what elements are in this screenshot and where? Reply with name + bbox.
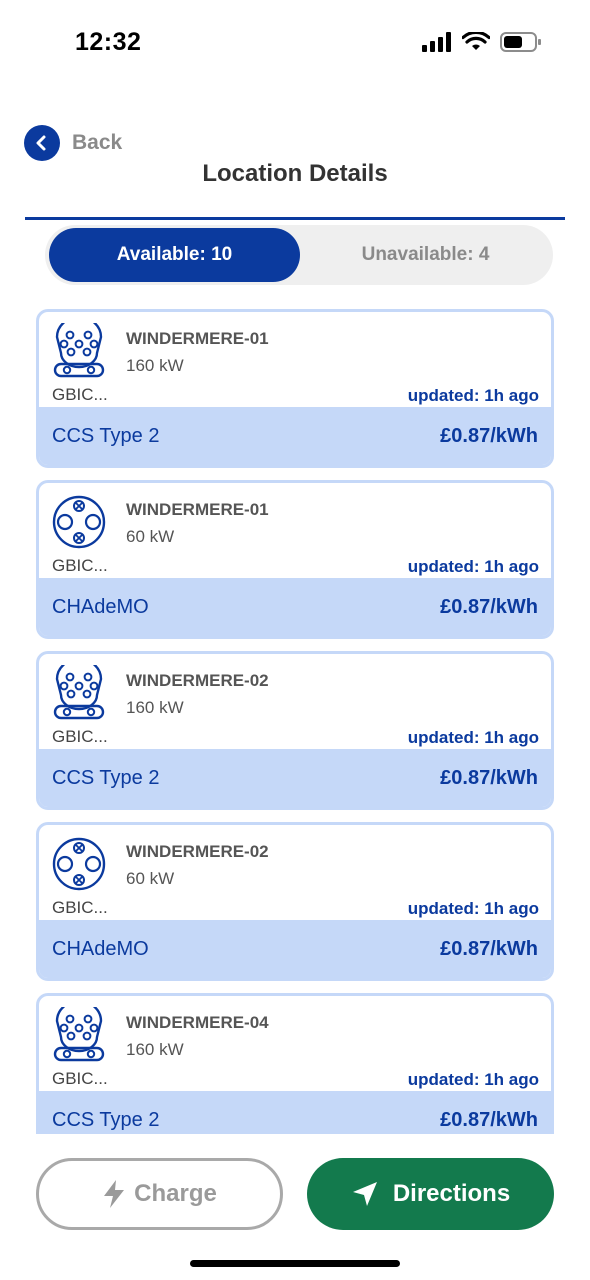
- chevron-left-icon: [24, 125, 60, 161]
- screen: 12:32 Back Location Details Available: 1…: [0, 0, 590, 1280]
- tab-available[interactable]: Available: 10: [49, 228, 300, 282]
- directions-button[interactable]: Directions: [307, 1158, 554, 1230]
- charger-card-info: GBIC... WINDERMERE-01 160 kW updated: 1h ag…: [39, 312, 551, 410]
- lightning-bolt-icon: [104, 1180, 125, 1208]
- charger-card-info: GBIC... WINDERMERE-02 160 kW updated: 1h ag…: [39, 654, 551, 752]
- power-rating: 60 kW: [126, 527, 175, 546]
- charger-card-info: GBIC... WINDERMERE-02 60 kW updated: 1h ago: [39, 825, 551, 923]
- charger-card[interactable]: GBIC... WINDERMERE-01 160 kW updated: 1h ag…: [36, 309, 554, 468]
- availability-segmented-control: Available: 10 Unavailable: 4: [45, 225, 553, 285]
- price-per-kwh: £0.87/kWh: [440, 937, 538, 960]
- operator-label: GBIC...: [52, 1069, 108, 1088]
- charger-card-footer: CHAdeMO £0.87/kWh: [39, 920, 551, 978]
- battery-icon: [500, 32, 541, 52]
- updated-timestamp: updated: 1h ago: [407, 386, 539, 405]
- price-per-kwh: £0.87/kWh: [440, 1108, 538, 1131]
- charger-list[interactable]: GBIC... WINDERMERE-01 160 kW updated: 1h ag…: [36, 309, 554, 1134]
- wifi-icon: [462, 32, 490, 50]
- home-indicator: [190, 1260, 400, 1267]
- page-title: Location Details: [202, 160, 388, 187]
- charger-card-footer: CCS Type 2 £0.87/kWh: [39, 749, 551, 807]
- power-rating: 160 kW: [126, 1040, 184, 1059]
- navigation-arrow-icon: [352, 1182, 377, 1206]
- status-icons: [422, 32, 542, 52]
- price-per-kwh: £0.87/kWh: [440, 424, 538, 447]
- updated-timestamp: updated: 1h ago: [407, 728, 539, 747]
- station-name: WINDERMERE-02: [126, 842, 269, 861]
- ccs-type2-icon: [51, 315, 107, 379]
- charger-card-footer: CCS Type 2 £0.87/kWh: [39, 407, 551, 465]
- tab-unavailable[interactable]: Unavailable: 4: [302, 228, 549, 282]
- updated-timestamp: updated: 1h ago: [407, 899, 539, 918]
- chademo-icon: [51, 494, 107, 550]
- charge-label: Charge: [134, 1180, 217, 1207]
- charger-card-info: GBIC... WINDERMERE-01 60 kW updated: 1h ago: [39, 483, 551, 581]
- connector-type: CCS Type 2: [52, 424, 160, 447]
- charger-card-footer: CCS Type 2 £0.87/kWh: [39, 1091, 551, 1134]
- updated-timestamp: updated: 1h ago: [407, 557, 539, 576]
- charger-card[interactable]: GBIC... WINDERMERE-04 160 kW updated: 1h ag…: [36, 993, 554, 1134]
- charger-card-footer: CHAdeMO £0.87/kWh: [39, 578, 551, 636]
- operator-label: GBIC...: [52, 385, 108, 404]
- ccs-type2-icon: [51, 657, 107, 721]
- cellular-signal-icon: [422, 32, 451, 52]
- operator-label: GBIC...: [52, 898, 108, 917]
- station-name: WINDERMERE-04: [126, 1013, 269, 1032]
- back-label: Back: [72, 131, 123, 154]
- power-rating: 160 kW: [126, 356, 184, 375]
- connector-type: CHAdeMO: [52, 595, 149, 618]
- station-name: WINDERMERE-01: [126, 329, 269, 348]
- operator-label: GBIC...: [52, 556, 108, 575]
- station-name: WINDERMERE-01: [126, 500, 269, 519]
- price-per-kwh: £0.87/kWh: [440, 595, 538, 618]
- station-name: WINDERMERE-02: [126, 671, 269, 690]
- header-divider: [25, 217, 565, 220]
- operator-label: GBIC...: [52, 727, 108, 746]
- power-rating: 160 kW: [126, 698, 184, 717]
- directions-label: Directions: [392, 1180, 511, 1207]
- connector-type: CCS Type 2: [52, 1108, 160, 1131]
- ccs-type2-icon: [51, 999, 107, 1063]
- status-time: 12:32: [75, 28, 142, 56]
- connector-type: CCS Type 2: [52, 766, 160, 789]
- charger-card[interactable]: GBIC... WINDERMERE-02 60 kW updated: 1h ago…: [36, 822, 554, 981]
- charger-card[interactable]: GBIC... WINDERMERE-02 160 kW updated: 1h ag…: [36, 651, 554, 810]
- price-per-kwh: £0.87/kWh: [440, 766, 538, 789]
- charger-card[interactable]: GBIC... WINDERMERE-01 60 kW updated: 1h ago…: [36, 480, 554, 639]
- charge-button[interactable]: Charge: [36, 1158, 283, 1230]
- chademo-icon: [51, 836, 107, 892]
- back-button[interactable]: Back: [24, 125, 122, 161]
- connector-type: CHAdeMO: [52, 937, 149, 960]
- power-rating: 60 kW: [126, 869, 175, 888]
- updated-timestamp: updated: 1h ago: [407, 1070, 539, 1089]
- charger-card-info: GBIC... WINDERMERE-04 160 kW updated: 1h ag…: [39, 996, 551, 1094]
